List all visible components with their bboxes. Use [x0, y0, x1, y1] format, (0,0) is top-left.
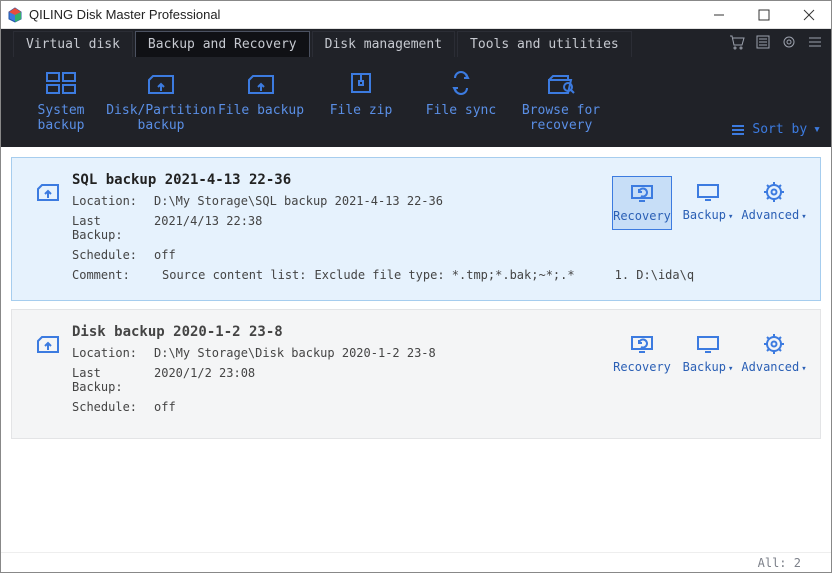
- app-icon: [7, 7, 23, 23]
- title-bar: QILING Disk Master Professional: [1, 1, 831, 29]
- advanced-label: Advanced▾: [741, 360, 806, 374]
- backup-icon: [696, 334, 720, 354]
- location-value: D:\My Storage\SQL backup 2021-4-13 22-36: [154, 194, 443, 208]
- sort-by-label: Sort by: [752, 122, 807, 137]
- advanced-button[interactable]: Advanced▾: [744, 176, 804, 230]
- recovery-button[interactable]: Recovery: [612, 328, 672, 380]
- gear-icon[interactable]: [781, 34, 797, 53]
- cart-icon[interactable]: [729, 34, 745, 53]
- chevron-down-icon: ▾: [813, 122, 821, 137]
- disk-partition-backup-button[interactable]: Disk/Partition backup: [111, 63, 211, 133]
- main-tabs: Virtual disk Backup and Recovery Disk ma…: [1, 29, 831, 57]
- advanced-button[interactable]: Advanced▾: [744, 328, 804, 380]
- location-label: Location:: [72, 346, 154, 360]
- close-button[interactable]: [786, 1, 831, 29]
- backup-card[interactable]: SQL backup 2021-4-13 22-36 Location:D:\M…: [11, 157, 821, 301]
- tab-virtual-disk[interactable]: Virtual disk: [13, 31, 133, 57]
- toolbar-label: Browse for recovery: [511, 103, 611, 133]
- toolbar-label: File zip: [330, 103, 393, 118]
- comment-value: 1. D:\ida\q: [615, 268, 694, 282]
- file-backup-button[interactable]: File backup: [211, 63, 311, 118]
- window-controls: [696, 1, 831, 29]
- schedule-label: Schedule:: [72, 400, 154, 414]
- count-label: All:: [758, 556, 787, 570]
- tab-tools-utilities[interactable]: Tools and utilities: [457, 31, 632, 57]
- last-backup-value: 2021/4/13 22:38: [154, 214, 262, 242]
- chevron-down-icon: ▾: [801, 212, 806, 222]
- last-backup-label: Last Backup:: [72, 214, 154, 242]
- file-zip-button[interactable]: File zip: [311, 63, 411, 118]
- gear-icon: [763, 334, 785, 354]
- schedule-value: off: [154, 400, 176, 414]
- backup-card[interactable]: Disk backup 2020-1-2 23-8 Location:D:\My…: [11, 309, 821, 439]
- browse-for-recovery-button[interactable]: Browse for recovery: [511, 63, 611, 133]
- count-value: 2: [794, 556, 801, 570]
- schedule-value: off: [154, 248, 176, 262]
- recovery-button[interactable]: Recovery: [612, 176, 672, 230]
- chevron-down-icon: ▾: [728, 212, 733, 222]
- toolbar-label: Disk/Partition backup: [106, 103, 216, 133]
- file-sync-button[interactable]: File sync: [411, 63, 511, 118]
- backup-button[interactable]: Backup▾: [678, 176, 738, 230]
- maximize-button[interactable]: [741, 1, 786, 29]
- status-bar: All: 2: [1, 552, 831, 572]
- comment-label: Comment:: [72, 268, 154, 282]
- tab-disk-management[interactable]: Disk management: [312, 31, 455, 57]
- last-backup-value: 2020/1/2 23:08: [154, 366, 255, 394]
- advanced-label: Advanced▾: [741, 208, 806, 222]
- backup-label: Backup▾: [683, 360, 734, 374]
- toolbar-label: File backup: [218, 103, 304, 118]
- backup-label: Backup▾: [683, 208, 734, 222]
- toolbar: System backup Disk/Partition backup File…: [1, 57, 831, 147]
- location-label: Location:: [72, 194, 154, 208]
- location-value: D:\My Storage\Disk backup 2020-1-2 23-8: [154, 346, 436, 360]
- folder-icon: [36, 182, 60, 205]
- gear-icon: [763, 182, 785, 202]
- tab-backup-recovery[interactable]: Backup and Recovery: [135, 31, 310, 57]
- toolbar-label: File sync: [426, 103, 496, 118]
- schedule-label: Schedule:: [72, 248, 154, 262]
- comment-value: Exclude file type: *.tmp;*.bak;~*;.*: [315, 268, 575, 282]
- recovery-icon: [630, 183, 654, 203]
- backup-button[interactable]: Backup▾: [678, 328, 738, 380]
- chevron-down-icon: ▾: [801, 364, 806, 374]
- chevron-down-icon: ▾: [728, 364, 733, 374]
- recovery-label: Recovery: [613, 360, 671, 374]
- menu-icon[interactable]: [807, 34, 823, 53]
- folder-icon: [36, 334, 60, 357]
- minimize-button[interactable]: [696, 1, 741, 29]
- window-title: QILING Disk Master Professional: [29, 7, 220, 22]
- backup-list: SQL backup 2021-4-13 22-36 Location:D:\M…: [1, 147, 831, 552]
- last-backup-label: Last Backup:: [72, 366, 154, 394]
- list-icon[interactable]: [755, 34, 771, 53]
- recovery-icon: [630, 334, 654, 354]
- sort-by-dropdown[interactable]: Sort by ▾: [732, 122, 821, 137]
- toolbar-label: System backup: [11, 103, 111, 133]
- comment-value: Source content list:: [162, 268, 307, 282]
- backup-icon: [696, 182, 720, 202]
- system-backup-button[interactable]: System backup: [11, 63, 111, 133]
- recovery-label: Recovery: [613, 209, 671, 223]
